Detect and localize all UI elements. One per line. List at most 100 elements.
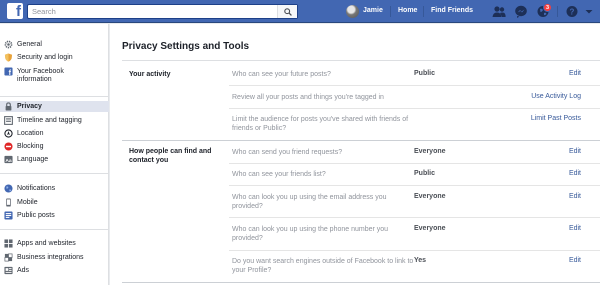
- row-divider: [229, 217, 600, 218]
- sidebar-item-label: General: [17, 40, 42, 48]
- search-button[interactable]: [277, 5, 297, 18]
- profile-name: Jamie: [363, 7, 383, 14]
- row-question: Review all your posts and things you're …: [232, 94, 384, 101]
- sidebar-item-business-integrations[interactable]: Business integrations: [0, 252, 109, 263]
- section-divider: [122, 282, 600, 283]
- mobile-icon: [6, 198, 11, 207]
- row-question: Who can send you friend requests?: [232, 149, 343, 156]
- home-link[interactable]: Home: [398, 7, 417, 14]
- top-navigation-bar: f Jamie Home Find Friends 3 ?: [0, 0, 600, 23]
- language-icon: Aa: [4, 155, 13, 164]
- row-question: Limit the audience for posts you've shar…: [232, 116, 409, 132]
- help-icon[interactable]: ?: [565, 5, 579, 18]
- sidebar-item-mobile[interactable]: Mobile: [0, 197, 109, 208]
- find-friends-link[interactable]: Find Friends: [431, 7, 473, 14]
- sidebar-item-label: Privacy: [17, 102, 42, 110]
- notification-count-badge: 3: [543, 3, 552, 12]
- row-question: Who can see your future posts?: [232, 71, 331, 78]
- row-value: Everyone: [414, 148, 446, 155]
- edit-link[interactable]: Edit: [569, 148, 581, 155]
- lock-icon: [5, 102, 12, 111]
- messenger-icon[interactable]: [514, 5, 528, 18]
- sidebar-item-blocking[interactable]: Blocking: [0, 141, 109, 152]
- row-question: Who can see your friends list?: [232, 171, 326, 178]
- sidebar-item-privacy[interactable]: Privacy: [0, 101, 109, 112]
- row-value: Everyone: [414, 225, 446, 232]
- sidebar-divider: [0, 96, 109, 97]
- sidebar-item-label: Timeline and tagging: [17, 116, 82, 124]
- sidebar-item-label: Mobile: [17, 198, 38, 206]
- sidebar-item-public-posts[interactable]: Public posts: [0, 210, 109, 221]
- row-divider: [229, 250, 600, 251]
- row-value: Everyone: [414, 193, 446, 200]
- svg-text:Aa: Aa: [5, 158, 12, 164]
- facebook-icon: f: [4, 67, 13, 76]
- sidebar-item-apps-and-websites[interactable]: Apps and websites: [0, 238, 109, 249]
- friend-requests-icon[interactable]: [492, 5, 506, 18]
- globe-icon: [4, 184, 13, 193]
- row-question: Who can look you up using the email addr…: [232, 194, 387, 210]
- sidebar-divider: [0, 173, 109, 174]
- avatar: [346, 5, 359, 18]
- sidebar-item-general[interactable]: General: [0, 39, 109, 50]
- edit-link[interactable]: Edit: [569, 193, 581, 200]
- divider: [390, 6, 391, 17]
- row-divider: [229, 85, 600, 86]
- sidebar-item-label: Security and login: [17, 53, 73, 61]
- divider: [423, 6, 424, 17]
- sidebar-item-timeline-and-tagging[interactable]: Timeline and tagging: [0, 115, 109, 126]
- settings-sidebar: General Security and login f Your Facebo…: [0, 24, 109, 285]
- row-question: Do you want search engines outside of Fa…: [232, 258, 414, 274]
- sidebar-item-label: Apps and websites: [17, 239, 76, 247]
- search-input[interactable]: [32, 5, 272, 18]
- facebook-logo[interactable]: f: [7, 3, 23, 19]
- search-box: [27, 4, 298, 19]
- public-posts-icon: [4, 211, 13, 220]
- row-value: Yes: [414, 257, 427, 264]
- svg-text:?: ?: [570, 8, 575, 17]
- apps-icon: [4, 239, 13, 248]
- sidebar-item-label: Business integrations: [17, 253, 84, 261]
- sidebar-item-label: Blocking: [17, 142, 44, 150]
- sidebar-item-your-facebook-information[interactable]: f Your Facebook information: [0, 66, 109, 87]
- edit-link[interactable]: Edit: [569, 70, 581, 77]
- sidebar-divider: [0, 229, 109, 230]
- page-title: Privacy Settings and Tools: [122, 41, 250, 52]
- row-value: Public: [414, 70, 436, 77]
- section-label-your-activity: Your activity: [129, 71, 171, 78]
- title-divider: [122, 60, 600, 61]
- sidebar-item-label: Location: [17, 129, 44, 137]
- row-divider: [229, 108, 600, 109]
- row-divider: [229, 185, 600, 186]
- section-label-find-and-contact: How people can find and contact you: [129, 148, 212, 164]
- shield-icon: [4, 53, 13, 62]
- edit-link[interactable]: Edit: [569, 170, 581, 177]
- location-icon: [4, 129, 13, 138]
- gear-icon: [4, 40, 13, 49]
- search-icon: [284, 8, 292, 16]
- divider: [557, 6, 558, 17]
- sidebar-item-location[interactable]: Location: [0, 128, 109, 139]
- row-value: Public: [414, 170, 436, 177]
- sidebar-item-notifications[interactable]: Notifications: [0, 183, 109, 194]
- blocking-icon: [4, 142, 13, 151]
- use-activity-log-link[interactable]: Use Activity Log: [531, 93, 581, 100]
- row-divider: [229, 163, 600, 164]
- sidebar-item-label: Notifications: [17, 184, 56, 192]
- sidebar-item-label: Ads: [17, 266, 30, 274]
- sidebar-item-label: Public posts: [17, 211, 55, 219]
- limit-past-posts-link[interactable]: Limit Past Posts: [531, 115, 581, 122]
- sidebar-item-language[interactable]: Aa Language: [0, 154, 109, 165]
- privacy-settings-panel: Privacy Settings and Tools Your activity…: [110, 24, 600, 285]
- edit-link[interactable]: Edit: [569, 257, 581, 264]
- sidebar-item-security[interactable]: Security and login: [0, 52, 109, 63]
- timeline-icon: [4, 116, 13, 125]
- sidebar-item-ads[interactable]: Ads: [0, 265, 109, 276]
- account-menu-dropdown-icon[interactable]: [584, 5, 594, 18]
- row-question: Who can look you up using the phone numb…: [232, 226, 389, 242]
- sidebar-item-label: Language: [17, 155, 49, 163]
- sidebar-item-label: Your Facebook information: [17, 67, 64, 83]
- business-icon: [4, 253, 13, 262]
- edit-link[interactable]: Edit: [569, 225, 581, 232]
- section-divider: [122, 140, 600, 141]
